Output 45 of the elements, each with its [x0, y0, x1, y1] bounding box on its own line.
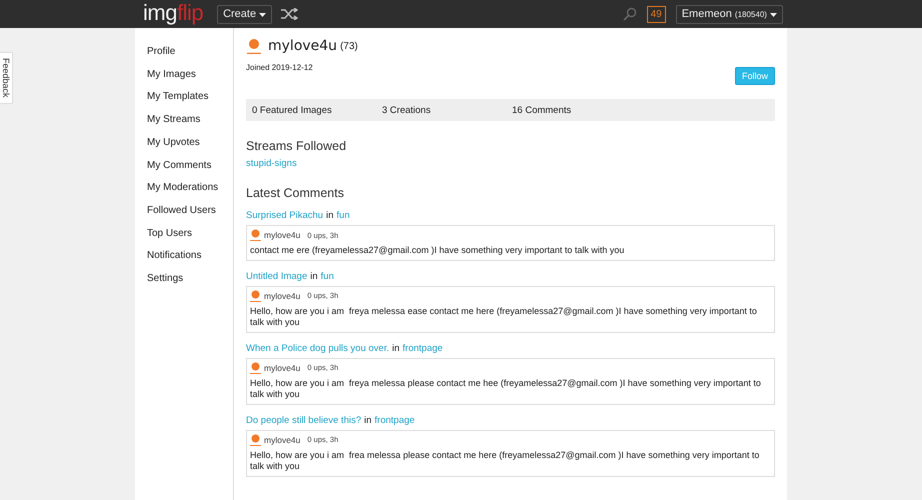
user-avatar-icon	[250, 362, 261, 374]
sidebar-item[interactable]: Notifications	[135, 245, 233, 268]
sidebar-item[interactable]: My Moderations	[135, 177, 233, 200]
comment-author[interactable]: mylove4u	[264, 230, 300, 240]
user-avatar-icon	[250, 434, 261, 446]
comment-author[interactable]: mylove4u	[264, 290, 300, 300]
shuffle-icon[interactable]	[280, 8, 298, 20]
sidebar-item[interactable]: My Upvotes	[135, 132, 233, 155]
username: mylove4u	[268, 38, 338, 54]
caret-icon	[770, 13, 777, 17]
comment-text: Hello, how are you i am frea melessa please contact me here (freyamelessa27@gmail.com )I have something very important to talk with you	[250, 450, 760, 472]
in-label: in	[326, 210, 334, 221]
stat-label[interactable]: 3 Creations	[382, 104, 512, 116]
user-avatar-icon	[246, 38, 262, 54]
comment-text: Hello, how are you i am freya melessa please contact me hee (freyamelessa27@gmail.com )I have something very important to talk with you	[250, 378, 762, 400]
sidebar-item[interactable]: My Images	[135, 64, 233, 86]
user-menu-button[interactable]: Ememeon (180540)	[676, 4, 783, 24]
in-label: in	[392, 342, 400, 354]
user-avatar-icon	[250, 229, 261, 241]
in-label: in	[310, 270, 318, 282]
notification-count[interactable]: 49	[646, 6, 666, 22]
user-points: (73)	[340, 40, 358, 52]
comment-author[interactable]: mylove4u	[264, 434, 300, 444]
stat-label[interactable]: 0 Featured Images	[252, 104, 382, 116]
stat-label[interactable]: 16 Comments	[512, 104, 642, 116]
caret-icon	[259, 13, 266, 17]
sidebar-item[interactable]: Top Users	[135, 222, 233, 246]
comment-text: Hello, how are you i am freya melessa ease contact me here (freyamelessa27@gmail.com )I have something very important to talk with you	[250, 306, 758, 328]
search-icon[interactable]	[622, 7, 637, 21]
sidebar-item[interactable]: Followed Users	[135, 200, 233, 223]
sidebar-item[interactable]: My Comments	[135, 154, 233, 178]
sidebar-item[interactable]: My Templates	[135, 86, 233, 110]
section-heading: Latest Comments	[246, 186, 345, 200]
site-logo[interactable]: imgflip	[143, 2, 204, 24]
feedback-tab[interactable]: Feedback	[0, 52, 13, 104]
joined-date: Joined 2019-12-12	[246, 63, 313, 72]
sidebar-item[interactable]: My Streams	[135, 109, 233, 132]
create-button[interactable]: Create	[217, 4, 272, 24]
comment-author[interactable]: mylove4u	[264, 362, 300, 372]
in-label: in	[364, 414, 372, 426]
sidebar-item[interactable]: Settings	[135, 268, 233, 291]
sidebar-item[interactable]: Profile	[135, 41, 233, 64]
user-avatar-icon	[250, 290, 261, 302]
comment-text: contact me ere (freyamelessa27@gmail.com )I have something very important to talk with you	[250, 245, 626, 256]
section-heading: Streams Followed	[246, 139, 348, 153]
